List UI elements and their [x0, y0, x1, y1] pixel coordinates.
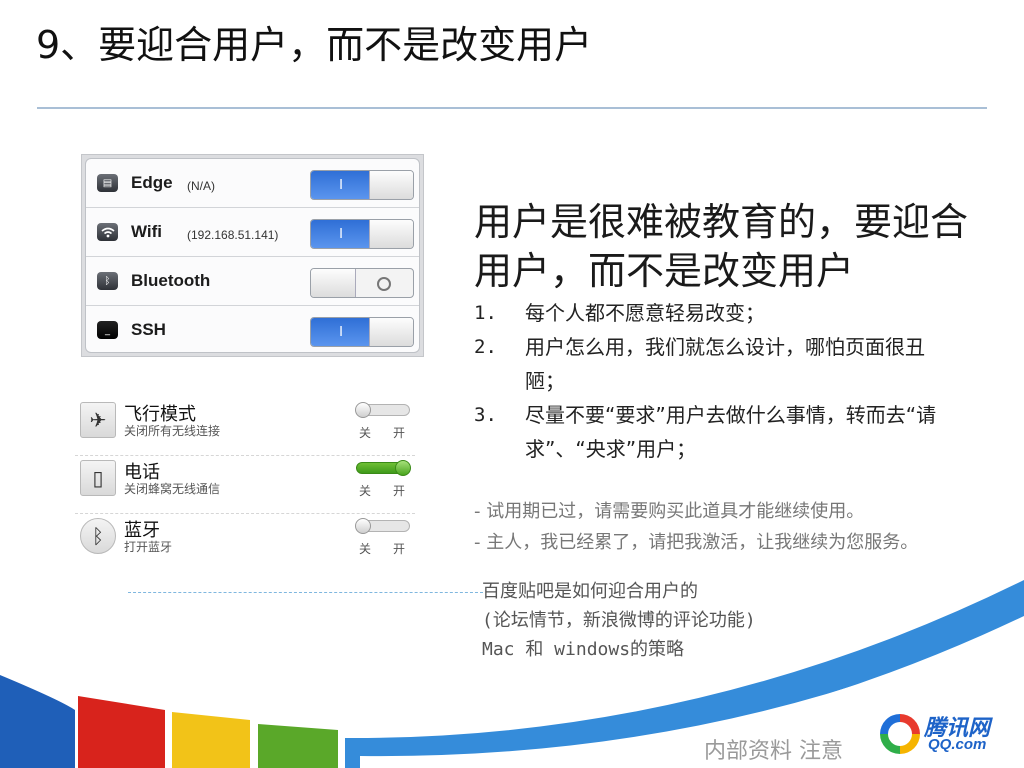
- ssh-toggle-switch[interactable]: I: [310, 317, 414, 347]
- toggle-off-label: 关: [359, 484, 372, 498]
- example-prompt: - 试用期已过，请需要购买此道具才能继续使用。: [474, 501, 865, 522]
- toggle-knob: [355, 402, 371, 418]
- bluetooth-toggle[interactable]: [355, 518, 410, 534]
- ios-setting-row-bluetooth: ᛒ Bluetooth: [86, 257, 419, 306]
- toggle-knob: [395, 460, 411, 476]
- ios-setting-label: SSH: [131, 320, 166, 339]
- bluetooth-icon: ᛒ: [80, 518, 116, 554]
- logo-ring-icon: [880, 714, 920, 754]
- ios-settings-list: ▤ Edge (N/A) I Wifi (192.168.51.141) I ᛒ…: [85, 158, 420, 353]
- android-setting-row-airplane: ✈ 飞行模式 关闭所有无线连接 关 开: [75, 398, 415, 456]
- edge-toggle-switch[interactable]: I: [310, 170, 414, 200]
- ios-setting-row-edge: ▤ Edge (N/A) I: [86, 159, 419, 208]
- example-prompt: - 主人，我已经累了，请把我激活，让我继续为您服务。: [474, 532, 919, 553]
- ios-setting-label: Edge: [131, 173, 173, 192]
- android-setting-subtitle: 打开蓝牙: [124, 540, 173, 554]
- switch-knob: [369, 171, 413, 199]
- bluetooth-toggle-switch[interactable]: [310, 268, 414, 298]
- switch-on-glyph: I: [311, 318, 371, 346]
- ios-setting-detail: (192.168.51.141): [187, 228, 279, 242]
- toggle-on-label: 开: [393, 484, 406, 498]
- airplane-mode-toggle[interactable]: [355, 402, 410, 418]
- switch-knob: [311, 269, 356, 297]
- list-item-number: 1.: [474, 302, 497, 324]
- switch-knob: [369, 220, 413, 248]
- wifi-icon: [97, 223, 118, 241]
- main-heading: 用户是很难被教育的，要迎合用户，而不是改变用户: [474, 200, 969, 293]
- toggle-on-label: 开: [393, 426, 406, 440]
- list-item: 1. 每个人都不愿意轻易改变；: [474, 296, 954, 330]
- android-setting-subtitle: 关闭所有无线连接: [124, 424, 221, 438]
- phone-radio-toggle[interactable]: [356, 460, 411, 476]
- ios-setting-row-wifi: Wifi (192.168.51.141) I: [86, 208, 419, 257]
- switch-on-glyph: I: [311, 220, 371, 248]
- logo-english-text: QQ.com: [928, 736, 987, 753]
- ios-setting-label: Bluetooth: [131, 271, 211, 290]
- footer-confidential-text: 内部资料 注意: [704, 739, 843, 764]
- phone-icon: ▯: [80, 460, 116, 496]
- switch-on-glyph: I: [311, 171, 371, 199]
- airplane-icon: ✈: [80, 402, 116, 438]
- toggle-knob: [355, 518, 371, 534]
- decorative-swoosh: [0, 580, 1024, 768]
- wifi-toggle-switch[interactable]: I: [310, 219, 414, 249]
- switch-off-glyph: [377, 277, 391, 291]
- bluetooth-icon: ᛒ: [97, 272, 118, 290]
- list-item: 2. 用户怎么用，我们就怎么设计，哪怕页面很丑陋；: [474, 330, 954, 398]
- example-prompts: - 试用期已过，请需要购买此道具才能继续使用。 - 主人，我已经累了，请把我激活…: [474, 496, 918, 558]
- ios-setting-row-ssh: _ SSH I: [86, 306, 419, 352]
- toggle-off-label: 关: [359, 542, 372, 556]
- list-item-text: 用户怎么用，我们就怎么设计，哪怕页面很丑陋；: [525, 335, 925, 393]
- ios-setting-detail: (N/A): [187, 179, 215, 193]
- android-setting-subtitle: 关闭蜂窝无线通信: [124, 482, 221, 496]
- list-item-text: 每个人都不愿意轻易改变；: [525, 301, 765, 325]
- cellular-data-icon: ▤: [97, 174, 118, 192]
- switch-knob: [369, 318, 413, 346]
- slide-title: 9、要迎合用户，而不是改变用户: [36, 23, 593, 67]
- title-divider: [37, 107, 987, 109]
- list-item-number: 3.: [474, 404, 497, 426]
- tencent-logo: 腾讯网 QQ.com: [876, 706, 1004, 760]
- terminal-icon: _: [97, 321, 118, 339]
- ios-setting-label: Wifi: [131, 222, 163, 241]
- list-item: 3. 尽量不要“要求”用户去做什么事情，转而去“请求”、“央求”用户；: [474, 398, 954, 466]
- key-points-list: 1. 每个人都不愿意轻易改变； 2. 用户怎么用，我们就怎么设计，哪怕页面很丑陋…: [474, 296, 954, 466]
- toggle-on-label: 开: [393, 542, 406, 556]
- list-item-text: 尽量不要“要求”用户去做什么事情，转而去“请求”、“央求”用户；: [525, 403, 937, 461]
- list-item-number: 2.: [474, 336, 497, 358]
- android-setting-row-phone: ▯ 电话 关闭蜂窝无线通信 关 开: [75, 456, 415, 514]
- ios-settings-screenshot: ▤ Edge (N/A) I Wifi (192.168.51.141) I ᛒ…: [81, 154, 424, 357]
- toggle-off-label: 关: [359, 426, 372, 440]
